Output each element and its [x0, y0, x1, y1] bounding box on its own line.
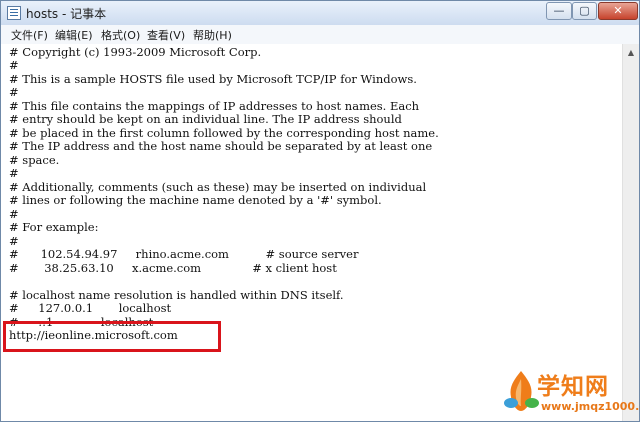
notepad-icon — [7, 6, 21, 20]
highlight-box — [3, 321, 221, 352]
menu-help[interactable]: 帮助(H) — [193, 27, 232, 43]
editor-line: # 102.54.94.97 rhino.acme.com # source s… — [9, 247, 359, 261]
scroll-up-icon[interactable]: ▲ — [623, 44, 639, 61]
window-title: hosts - 记事本 — [26, 7, 107, 21]
maximize-button[interactable]: ▢ — [572, 2, 597, 20]
menu-file[interactable]: 文件(F) — [11, 27, 48, 43]
menu-view[interactable]: 查看(V) — [147, 27, 185, 43]
menu-format[interactable]: 格式(O) — [101, 27, 140, 43]
watermark-title: 学知网 — [537, 374, 609, 400]
editor-line: # entry should be kept on an individual … — [9, 112, 402, 126]
watermark-url: www.jmqz1000.com — [541, 400, 640, 413]
close-button[interactable]: ✕ — [598, 2, 638, 20]
notepad-window: hosts - 记事本 — ▢ ✕ 文件(F) 编辑(E) 格式(O) 查看(V… — [0, 0, 640, 422]
editor-line: # Copyright (c) 1993-2009 Microsoft Corp… — [9, 45, 262, 59]
watermark-logo-icon — [504, 371, 539, 411]
editor-line: # — [9, 166, 19, 180]
minimize-button[interactable]: — — [546, 2, 572, 20]
editor-line: # 38.25.63.10 x.acme.com # x client host — [9, 261, 337, 275]
editor-line: # 127.0.0.1 localhost — [9, 301, 172, 315]
text-editor[interactable]: # Copyright (c) 1993-2009 Microsoft Corp… — [1, 44, 622, 421]
title-bar[interactable]: hosts - 记事本 — ▢ ✕ — [1, 1, 639, 25]
vertical-scrollbar[interactable]: ▲ — [622, 44, 639, 421]
editor-line: # — [9, 85, 19, 99]
editor-line: # lines or following the machine name de… — [9, 193, 382, 207]
menu-edit[interactable]: 编辑(E) — [55, 27, 93, 43]
editor-line: # For example: — [9, 220, 99, 234]
editor-line: # — [9, 58, 19, 72]
watermark: 学知网 www.jmqz1000.com — [503, 367, 640, 417]
editor-line: # This is a sample HOSTS file used by Mi… — [9, 72, 417, 86]
menu-bar: 文件(F) 编辑(E) 格式(O) 查看(V) 帮助(H) — [1, 25, 639, 45]
editor-line: # The IP address and the host name shoul… — [9, 139, 433, 153]
